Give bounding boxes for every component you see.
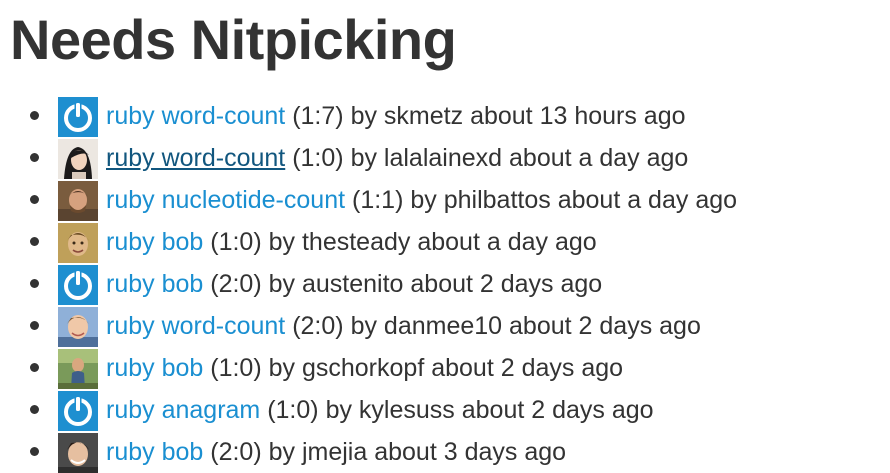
user-avatar[interactable] <box>58 349 98 389</box>
submission-text: ruby nucleotide-count (1:1) by philbatto… <box>106 184 737 216</box>
exercise-link[interactable]: ruby anagram <box>106 396 260 424</box>
username: danmee10 <box>383 312 503 340</box>
exercise-link[interactable]: ruby bob <box>106 354 203 382</box>
bullet <box>30 237 39 246</box>
comment-count: (2:0) <box>292 312 344 340</box>
timestamp: about 2 days ago <box>509 312 701 340</box>
bullet <box>30 195 39 204</box>
default-avatar-icon[interactable] <box>58 391 98 431</box>
comment-count: (1:0) <box>292 144 344 172</box>
comment-count: (1:0) <box>210 354 262 382</box>
exercise-link[interactable]: ruby word-count <box>106 144 285 172</box>
page-title: Needs Nitpicking <box>10 8 457 71</box>
user-avatar[interactable] <box>58 433 98 473</box>
comment-count: (1:0) <box>210 228 262 256</box>
username: thesteady <box>301 228 411 256</box>
comment-count: (2:0) <box>210 438 262 466</box>
timestamp: about 2 days ago <box>461 396 654 424</box>
submission-text: ruby bob (2:0) by jmejia about 3 days ag… <box>106 436 566 468</box>
by-label: by <box>350 102 377 130</box>
default-avatar-icon[interactable] <box>58 97 98 137</box>
submission-text: ruby anagram (1:0) by kylesuss about 2 d… <box>106 394 654 426</box>
timestamp: about a day ago <box>557 186 738 214</box>
submission-text: ruby bob (2:0) by austenito about 2 days… <box>106 268 602 300</box>
submission-text: ruby word-count (1:7) by skmetz about 13… <box>106 100 686 132</box>
username: kylesuss <box>358 396 455 424</box>
username: skmetz <box>383 102 464 130</box>
submission-text: ruby bob (1:0) by gschorkopf about 2 day… <box>106 352 623 384</box>
by-label: by <box>350 312 377 340</box>
by-label: by <box>268 438 296 466</box>
bullet <box>30 279 39 288</box>
comment-count: (1:0) <box>267 396 319 424</box>
by-label: by <box>268 354 296 382</box>
comment-count: (2:0) <box>210 270 262 298</box>
timestamp: about 2 days ago <box>431 354 624 382</box>
by-label: by <box>410 186 437 214</box>
bullet <box>30 447 39 456</box>
user-avatar[interactable] <box>58 307 98 347</box>
submission-text: ruby word-count (1:0) by lalalainexd abo… <box>106 142 688 174</box>
bullet <box>30 111 39 120</box>
comment-count: (1:1) <box>352 186 404 214</box>
username: philbattos <box>443 186 551 214</box>
bullet <box>30 321 39 330</box>
default-avatar-icon[interactable] <box>58 265 98 305</box>
submission-text: ruby word-count (2:0) by danmee10 about … <box>106 310 701 342</box>
bullet <box>30 153 39 162</box>
bullet <box>30 363 39 372</box>
exercise-link[interactable]: ruby word-count <box>106 312 285 340</box>
username: jmejia <box>301 438 368 466</box>
timestamp: about 13 hours ago <box>470 102 686 130</box>
username: austenito <box>301 270 404 298</box>
submission-text: ruby bob (1:0) by thesteady about a day … <box>106 226 597 258</box>
comment-count: (1:7) <box>292 102 344 130</box>
exercise-link[interactable]: ruby nucleotide-count <box>106 186 345 214</box>
timestamp: about a day ago <box>509 144 689 172</box>
user-avatar[interactable] <box>58 181 98 221</box>
exercise-link[interactable]: ruby bob <box>106 228 203 256</box>
username: lalalainexd <box>383 144 503 172</box>
user-avatar[interactable] <box>58 223 98 263</box>
timestamp: about 2 days ago <box>410 270 603 298</box>
by-label: by <box>268 270 296 298</box>
bullet <box>30 405 39 414</box>
user-avatar[interactable] <box>58 139 98 179</box>
by-label: by <box>268 228 296 256</box>
timestamp: about a day ago <box>417 228 597 256</box>
by-label: by <box>325 396 352 424</box>
by-label: by <box>350 144 377 172</box>
username: gschorkopf <box>301 354 425 382</box>
exercise-link[interactable]: ruby bob <box>106 270 203 298</box>
exercise-link[interactable]: ruby bob <box>106 438 203 466</box>
exercise-link[interactable]: ruby word-count <box>106 102 285 130</box>
timestamp: about 3 days ago <box>374 438 567 466</box>
